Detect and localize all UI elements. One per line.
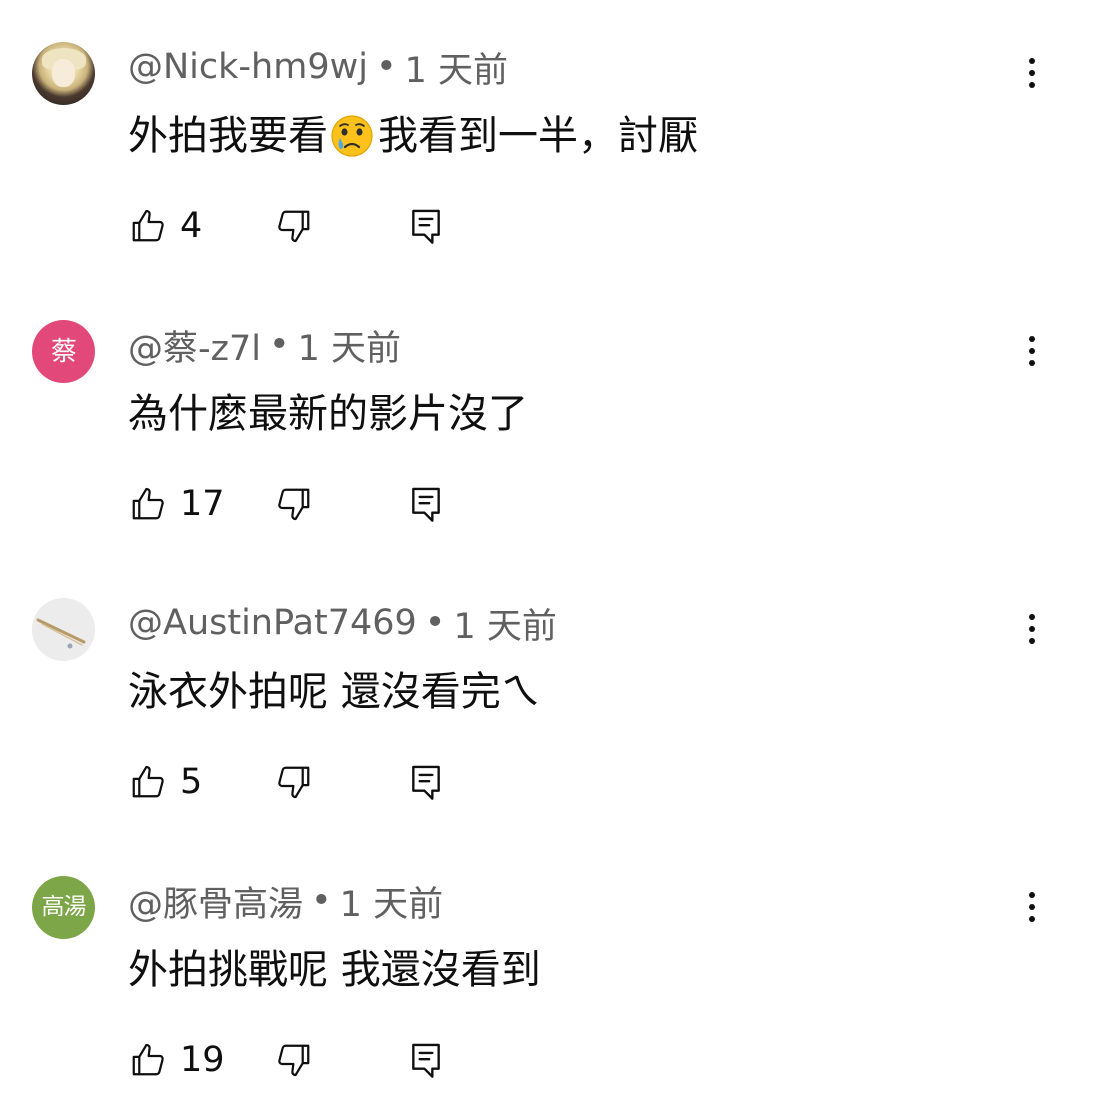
comment-header: @蔡-z7l • 1 天前 bbox=[128, 320, 401, 371]
comment-menu-button[interactable] bbox=[1016, 50, 1048, 96]
dislike-button[interactable] bbox=[274, 204, 314, 248]
like-button[interactable] bbox=[128, 204, 168, 248]
reply-button[interactable] bbox=[406, 760, 446, 804]
thumb-up-icon bbox=[132, 765, 164, 798]
avatar-initial: 高湯 bbox=[41, 894, 87, 920]
comment-header: @AustinPat7469 • 1 天前 bbox=[128, 598, 557, 649]
comment-item: @AustinPat7469 • 1 天前 泳衣外拍呢 還沒看完ㄟ 5 bbox=[0, 556, 1096, 834]
reply-comment-icon bbox=[412, 487, 440, 522]
like-count: 17 bbox=[180, 484, 225, 524]
avatar-initial: 蔡 bbox=[50, 336, 77, 367]
comment-author[interactable]: @豚骨高湯 bbox=[128, 876, 303, 927]
comment-text: 外拍挑戰呢 我還沒看到 bbox=[128, 947, 541, 993]
header-separator: • bbox=[311, 881, 332, 921]
header-separator: • bbox=[375, 47, 397, 87]
reply-button[interactable] bbox=[406, 482, 446, 526]
crying-face-emoji-icon bbox=[331, 115, 373, 157]
comment-item: 蔡 @蔡-z7l • 1 天前 為什麼最新的影片沒了 17 bbox=[0, 278, 1096, 556]
comment-menu-button[interactable] bbox=[1016, 606, 1048, 652]
dislike-button[interactable] bbox=[274, 482, 314, 526]
thumb-up-icon bbox=[132, 487, 164, 520]
like-count: 5 bbox=[180, 762, 203, 802]
thumb-down-icon bbox=[278, 488, 310, 521]
avatar[interactable]: 蔡 bbox=[32, 320, 95, 383]
comment-author[interactable]: @蔡-z7l bbox=[128, 320, 261, 371]
like-button[interactable] bbox=[128, 1038, 168, 1082]
comment-text: 為什麼最新的影片沒了 bbox=[128, 391, 528, 437]
comment-author[interactable]: @AustinPat7469 bbox=[128, 603, 417, 643]
comment-author[interactable]: @Nick-hm9wj bbox=[128, 47, 368, 87]
avatar-image bbox=[32, 598, 95, 661]
comment-actions: 19 bbox=[128, 1038, 528, 1082]
comment-time[interactable]: 1 天前 bbox=[405, 42, 508, 93]
like-button[interactable] bbox=[128, 760, 168, 804]
comment-actions: 4 bbox=[128, 204, 528, 248]
comment-time[interactable]: 1 天前 bbox=[453, 598, 556, 649]
reply-button[interactable] bbox=[406, 1038, 446, 1082]
comment-time[interactable]: 1 天前 bbox=[298, 320, 401, 371]
avatar-face bbox=[52, 59, 75, 87]
avatar[interactable] bbox=[32, 42, 95, 105]
dislike-button[interactable] bbox=[274, 760, 314, 804]
like-button[interactable] bbox=[128, 482, 168, 526]
thumb-up-icon bbox=[132, 1043, 164, 1076]
comment-item: @Nick-hm9wj • 1 天前 外拍我要看 我看到一半，討厭 4 bbox=[0, 0, 1096, 278]
comment-menu-button[interactable] bbox=[1016, 328, 1048, 374]
reply-comment-icon bbox=[412, 209, 440, 244]
comment-menu-button[interactable] bbox=[1016, 884, 1048, 930]
more-vert-icon bbox=[1029, 614, 1035, 644]
thumb-up-icon bbox=[132, 209, 164, 242]
like-count: 4 bbox=[180, 206, 203, 246]
comment-text: 外拍我要看 我看到一半，討厭 bbox=[128, 108, 698, 164]
dislike-button[interactable] bbox=[274, 1038, 314, 1082]
more-vert-icon bbox=[1029, 58, 1035, 88]
reply-comment-icon bbox=[412, 765, 440, 800]
avatar[interactable]: 高湯 bbox=[32, 876, 95, 939]
comment-text-part: 我看到一半，討厭 bbox=[378, 113, 698, 159]
comment-header: @Nick-hm9wj • 1 天前 bbox=[128, 42, 508, 93]
comment-item: 高湯 @豚骨高湯 • 1 天前 外拍挑戰呢 我還沒看到 19 bbox=[0, 834, 1096, 1112]
reply-button[interactable] bbox=[406, 204, 446, 248]
like-count: 19 bbox=[180, 1040, 225, 1080]
header-separator: • bbox=[424, 603, 446, 643]
comment-actions: 17 bbox=[128, 482, 528, 526]
comment-text-part: 外拍我要看 bbox=[128, 113, 328, 159]
reply-comment-icon bbox=[412, 1043, 440, 1078]
more-vert-icon bbox=[1029, 892, 1035, 922]
comment-header: @豚骨高湯 • 1 天前 bbox=[128, 876, 443, 927]
comment-list: @Nick-hm9wj • 1 天前 外拍我要看 我看到一半，討厭 4 蔡 @蔡… bbox=[0, 0, 1096, 1106]
thumb-down-icon bbox=[278, 766, 310, 799]
avatar[interactable] bbox=[32, 598, 95, 661]
header-separator: • bbox=[269, 325, 290, 365]
thumb-down-icon bbox=[278, 1044, 310, 1077]
comment-actions: 5 bbox=[128, 760, 528, 804]
thumb-down-icon bbox=[278, 210, 310, 243]
more-vert-icon bbox=[1029, 336, 1035, 366]
comment-time[interactable]: 1 天前 bbox=[340, 876, 443, 927]
comment-text: 泳衣外拍呢 還沒看完ㄟ bbox=[128, 669, 541, 715]
